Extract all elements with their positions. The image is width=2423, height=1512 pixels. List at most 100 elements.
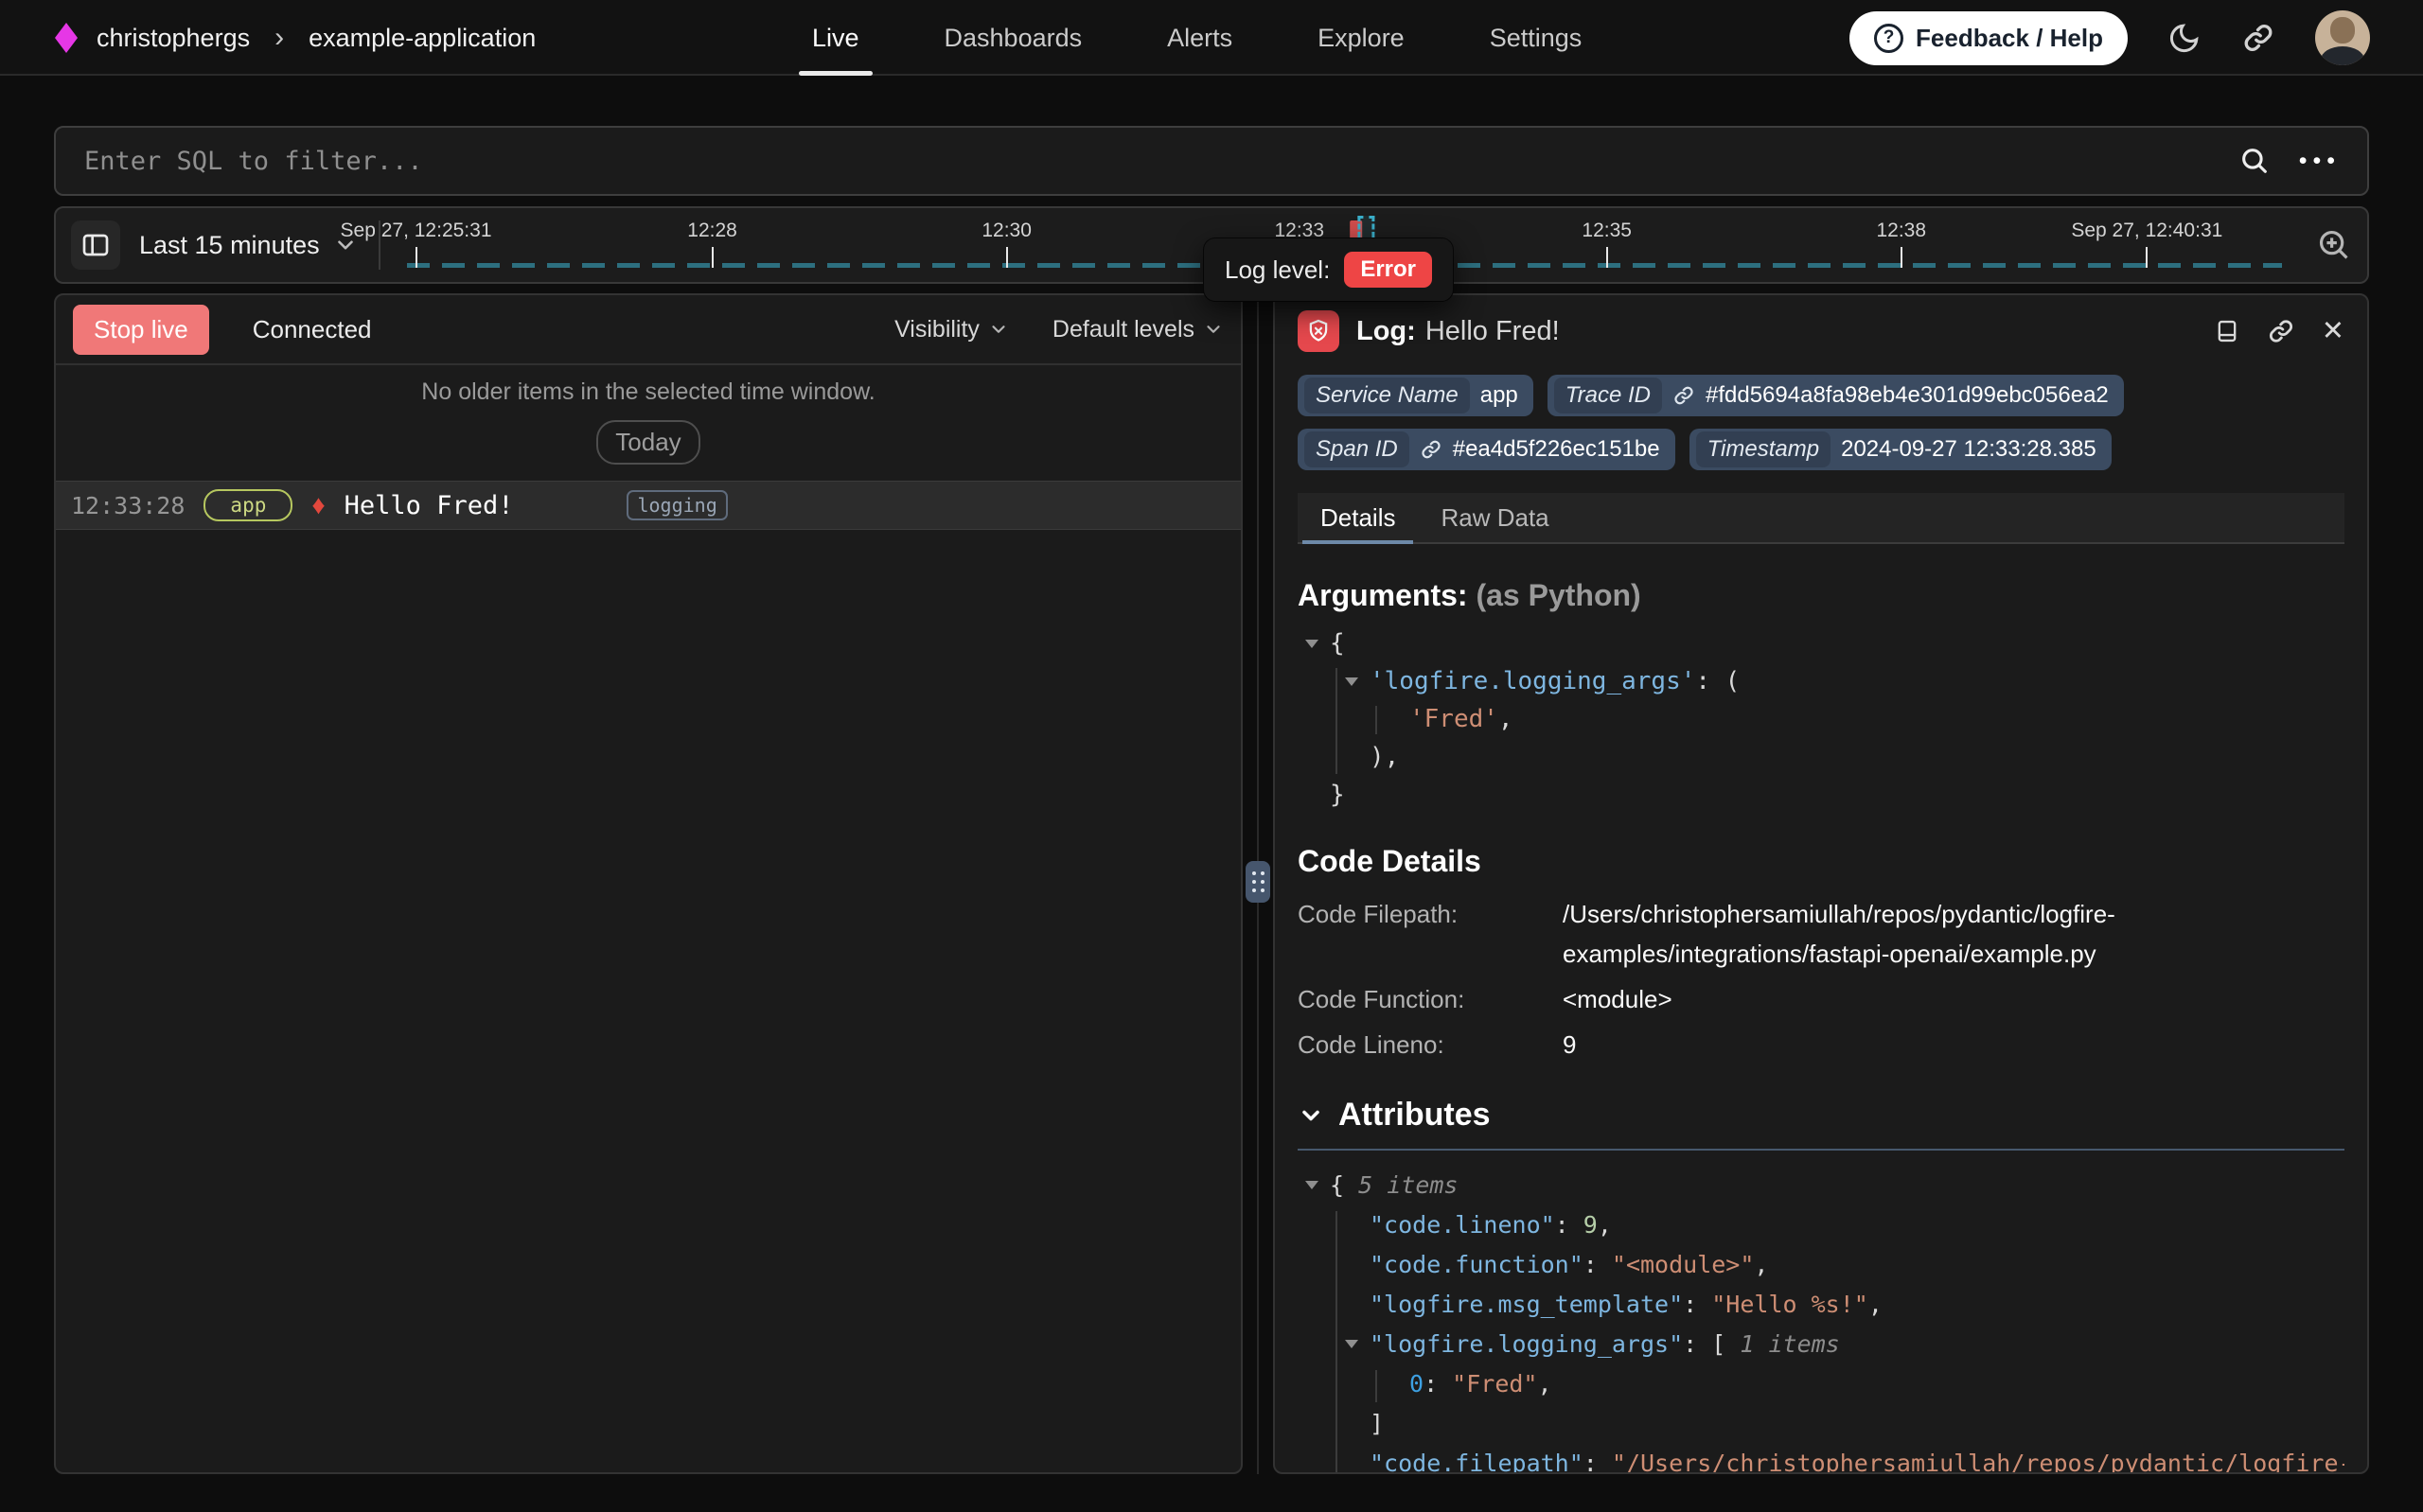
error-diamond-icon: ♦ xyxy=(311,492,325,519)
stop-live-button[interactable]: Stop live xyxy=(73,305,209,355)
code-line: "code.function": "<module>", xyxy=(1298,1245,2344,1285)
tick-label: 12:35 xyxy=(1582,220,1632,242)
tick-mark xyxy=(416,247,417,268)
stream-header: Stop live Connected Visibility Default l… xyxy=(56,295,1241,365)
tab-details[interactable]: Details xyxy=(1298,493,1418,542)
code-line: "logfire.msg_template": "Hello %s!", xyxy=(1298,1285,2344,1325)
code-line: "code.filepath": "/Users/christophersami… xyxy=(1298,1444,2344,1474)
arguments-subheading: (as Python) xyxy=(1476,578,1640,612)
logfire-logo-icon[interactable] xyxy=(55,23,78,53)
tick-mark xyxy=(712,247,714,268)
attributes-heading[interactable]: Attributes xyxy=(1298,1097,2344,1134)
sql-filter-input[interactable] xyxy=(82,146,2238,177)
logging-tag-badge[interactable]: logging xyxy=(627,490,727,520)
split-panel-icon[interactable] xyxy=(2214,318,2240,344)
service-badge[interactable]: app xyxy=(203,489,292,521)
nav-tab-dashboards[interactable]: Dashboards xyxy=(939,0,1088,76)
close-icon[interactable]: ✕ xyxy=(2322,318,2344,345)
timestamp-value: 2024-09-27 12:33:28.385 xyxy=(1841,436,2096,463)
default-levels-label: Default levels xyxy=(1052,316,1194,343)
code-lineno-label: Code Lineno: xyxy=(1298,1025,1563,1064)
error-shield-icon xyxy=(1298,310,1339,352)
empty-window-notice: No older items in the selected time wind… xyxy=(56,365,1241,465)
empty-window-text: No older items in the selected time wind… xyxy=(56,378,1241,406)
collapse-chevron-icon[interactable] xyxy=(1345,1340,1358,1348)
drag-handle-icon[interactable] xyxy=(1246,861,1270,903)
default-levels-dropdown[interactable]: Default levels xyxy=(1052,316,1224,343)
service-name-pill[interactable]: Service Name app xyxy=(1298,375,1533,416)
detail-message: Hello Fred! xyxy=(1425,316,1560,346)
link-chain-icon xyxy=(1672,384,1695,407)
detail-badges: Service Name app Trace ID #fdd5694a8fa98… xyxy=(1275,352,2367,470)
arguments-code[interactable]: {'logfire.logging_args': ('Fred',),} xyxy=(1298,624,2344,814)
top-bar: christophergs › example-application Live… xyxy=(0,0,2423,76)
attributes-code[interactable]: { 5 items"code.lineno": 9,"code.function… xyxy=(1298,1166,2344,1474)
connection-status: Connected xyxy=(253,315,372,344)
nav-tab-explore[interactable]: Explore xyxy=(1312,0,1410,76)
share-link-icon[interactable] xyxy=(2241,21,2275,55)
tick-label: 12:28 xyxy=(687,220,737,242)
code-line: ] xyxy=(1298,1404,2344,1444)
feedback-help-label: Feedback / Help xyxy=(1916,24,2103,53)
detail-title: Log: Hello Fred! xyxy=(1356,316,1560,347)
zoom-in-icon[interactable] xyxy=(2316,227,2352,263)
time-range-selector[interactable]: Last 15 minutes xyxy=(139,231,358,260)
breadcrumb-org[interactable]: christophergs xyxy=(97,24,250,53)
tick-label: Sep 27, 12:25:31 xyxy=(341,220,492,242)
code-function-value: <module> xyxy=(1563,979,1672,1019)
timestamp-pill[interactable]: Timestamp 2024-09-27 12:33:28.385 xyxy=(1689,429,2112,470)
visibility-dropdown[interactable]: Visibility xyxy=(894,316,1009,343)
more-options-icon[interactable]: ••• xyxy=(2299,148,2341,175)
feedback-help-button[interactable]: ? Feedback / Help xyxy=(1849,11,2128,65)
detail-kind: Log: xyxy=(1356,316,1416,346)
code-line: "code.lineno": 9, xyxy=(1298,1205,2344,1245)
collapse-chevron-icon[interactable] xyxy=(1305,1181,1318,1189)
nav-tab-live[interactable]: Live xyxy=(806,0,865,76)
main-nav: Live Dashboards Alerts Explore Settings xyxy=(806,0,1587,76)
detail-actions: ✕ xyxy=(2214,317,2344,345)
collapse-chevron-icon[interactable] xyxy=(1345,677,1358,686)
code-line: "logfire.logging_args": [ 1 items xyxy=(1298,1325,2344,1364)
nav-tab-alerts[interactable]: Alerts xyxy=(1161,0,1238,76)
code-filepath-row: Code Filepath: /Users/christophersamiull… xyxy=(1298,894,2344,974)
tick-label: 12:38 xyxy=(1876,220,1926,242)
code-filepath-value: /Users/christophersamiullah/repos/pydant… xyxy=(1563,894,2216,974)
code-function-label: Code Function: xyxy=(1298,979,1563,1019)
link-chain-icon xyxy=(1420,438,1442,461)
tooltip-label: Log level: xyxy=(1225,255,1330,285)
log-row[interactable]: 12:33:28 app ♦ Hello Fred! logging xyxy=(56,481,1241,530)
chevron-down-icon xyxy=(988,319,1009,340)
copy-link-icon[interactable] xyxy=(2267,317,2295,345)
code-function-row: Code Function: <module> xyxy=(1298,979,2344,1019)
tab-raw-data[interactable]: Raw Data xyxy=(1418,493,1571,542)
code-lineno-row: Code Lineno: 9 xyxy=(1298,1025,2344,1064)
code-line: ), xyxy=(1298,738,2344,776)
collapse-chevron-icon[interactable] xyxy=(1305,640,1318,648)
user-avatar[interactable] xyxy=(2315,10,2370,65)
span-id-value: #ea4d5f226ec151be xyxy=(1453,436,1660,463)
code-filepath-label: Code Filepath: xyxy=(1298,894,1563,974)
chevron-down-icon xyxy=(1298,1102,1324,1129)
tick-mark xyxy=(1901,247,1902,268)
breadcrumb-project[interactable]: example-application xyxy=(309,24,536,53)
code-details-heading: Code Details xyxy=(1298,844,2344,879)
visibility-label: Visibility xyxy=(894,316,980,343)
chevron-down-icon xyxy=(1203,319,1224,340)
tick-label: 12:30 xyxy=(982,220,1032,242)
search-icon[interactable] xyxy=(2238,145,2271,177)
theme-moon-icon[interactable] xyxy=(2167,21,2202,55)
panel-resize-divider[interactable] xyxy=(1243,293,1273,1474)
today-button[interactable]: Today xyxy=(596,420,699,465)
breadcrumb: christophergs › example-application xyxy=(55,0,536,76)
code-line: } xyxy=(1298,776,2344,814)
nav-tab-settings[interactable]: Settings xyxy=(1484,0,1588,76)
arguments-heading: Arguments: (as Python) xyxy=(1298,578,2344,613)
trace-id-pill[interactable]: Trace ID #fdd5694a8fa98eb4e301d99ebc056e… xyxy=(1548,375,2124,416)
sidebar-toggle-icon[interactable] xyxy=(71,220,120,270)
code-line: 'Fred', xyxy=(1298,700,2344,738)
span-id-pill[interactable]: Span ID #ea4d5f226ec151be xyxy=(1298,429,1675,470)
time-range-label: Last 15 minutes xyxy=(139,231,320,260)
tick-mark xyxy=(1606,247,1608,268)
log-message: Hello Fred! xyxy=(345,491,514,520)
tick-label: Sep 27, 12:40:31 xyxy=(2071,220,2222,242)
